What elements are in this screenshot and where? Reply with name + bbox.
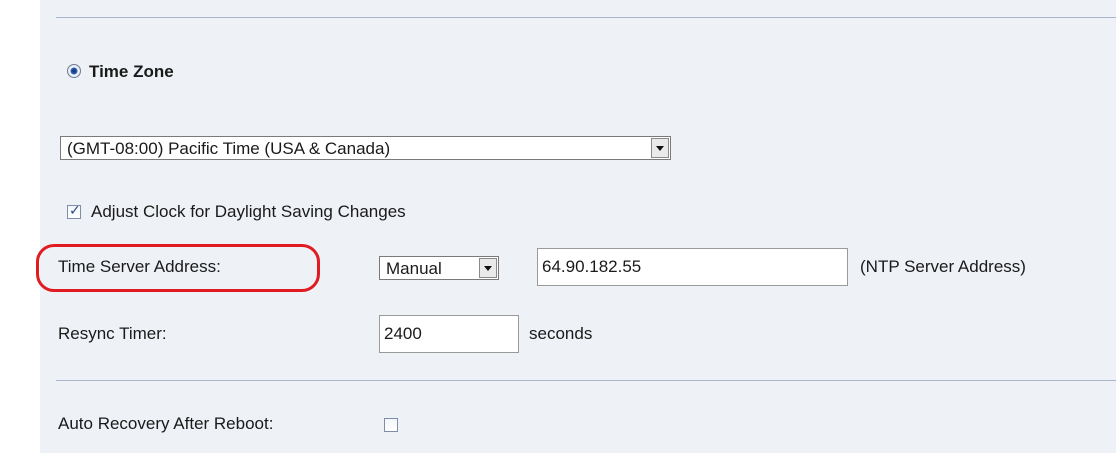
resync-timer-value: 2400 bbox=[384, 324, 422, 343]
bottom-divider bbox=[56, 380, 1116, 381]
time-zone-selected-value: (GMT-08:00) Pacific Time (USA & Canada) bbox=[67, 139, 391, 158]
resync-timer-unit: seconds bbox=[529, 324, 593, 343]
settings-panel: Time Zone (GMT-08:00) Pacific Time (USA … bbox=[36, 0, 1116, 453]
chevron-down-icon bbox=[484, 266, 492, 271]
time-server-mode-select[interactable]: Manual bbox=[379, 256, 499, 280]
time-zone-radio[interactable] bbox=[67, 64, 81, 78]
time-server-address-input[interactable]: 64.90.182.55 bbox=[537, 248, 848, 286]
time-server-mode-value: Manual bbox=[386, 259, 442, 278]
auto-recovery-label: Auto Recovery After Reboot: bbox=[58, 414, 274, 433]
time-server-mode-dropdown-button[interactable] bbox=[479, 258, 497, 278]
top-divider bbox=[56, 17, 1116, 18]
resync-timer-label: Resync Timer: bbox=[58, 324, 167, 343]
daylight-saving-label: Adjust Clock for Daylight Saving Changes bbox=[91, 202, 406, 221]
time-zone-select[interactable]: (GMT-08:00) Pacific Time (USA & Canada) bbox=[60, 136, 671, 160]
time-zone-dropdown-button[interactable] bbox=[651, 138, 669, 158]
time-server-label: Time Server Address: bbox=[58, 257, 221, 276]
resync-timer-input[interactable]: 2400 bbox=[379, 315, 519, 353]
checkmark-icon: ✓ bbox=[69, 202, 81, 218]
time-server-address-value: 64.90.182.55 bbox=[542, 257, 642, 276]
time-server-hint: (NTP Server Address) bbox=[860, 257, 1026, 276]
daylight-saving-checkbox[interactable]: ✓ bbox=[67, 202, 81, 219]
time-zone-label: Time Zone bbox=[89, 62, 174, 81]
auto-recovery-checkbox[interactable] bbox=[384, 418, 398, 432]
chevron-down-icon bbox=[656, 146, 664, 151]
